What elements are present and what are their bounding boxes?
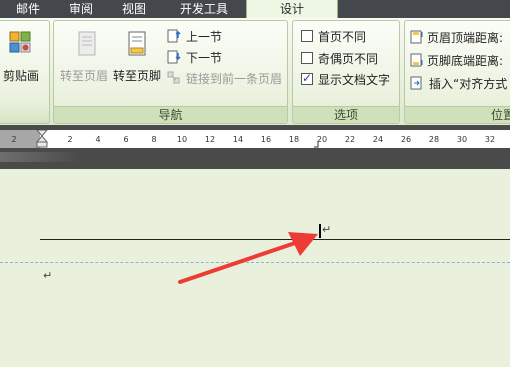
- tab-developer[interactable]: 开发工具: [162, 0, 246, 18]
- link-previous-icon: [167, 71, 180, 84]
- ruler-area: 2 2 4 6 8 10 12 14 16 18 20 22 24 26 28 …: [0, 125, 510, 169]
- ruler-tick: 12: [204, 135, 216, 144]
- insert-align-tab-icon: [410, 76, 422, 90]
- navigation-caption: 导航: [54, 106, 287, 123]
- navigation-group: 转至页眉 转至页脚 上一节 下一节 链接到前一条页眉 导航: [53, 20, 288, 124]
- footer-distance-icon: [410, 53, 423, 67]
- ruler-tick: 10: [176, 135, 188, 144]
- goto-header-icon: [78, 31, 96, 56]
- header-distance-label[interactable]: 页眉顶端距离:: [427, 29, 503, 46]
- show-document-text-checkbox[interactable]: [301, 71, 313, 85]
- ruler-tick: 4: [95, 135, 101, 144]
- ruler-tick: 6: [123, 135, 129, 144]
- horizontal-ruler[interactable]: 2 2 4 6 8 10 12 14 16 18 20 22 24 26 28 …: [0, 130, 510, 148]
- body-paragraph-mark[interactable]: ↵: [43, 269, 52, 282]
- different-odd-even-label: 奇偶页不同: [318, 52, 379, 66]
- ruler-tick: 26: [400, 135, 412, 144]
- position-caption: 位置: [405, 106, 510, 123]
- ruler-tick: 24: [372, 135, 384, 144]
- insert-align-tab-button[interactable]: 插入“对齐方式: [429, 75, 507, 92]
- goto-footer-button[interactable]: 转至页脚: [113, 67, 161, 84]
- tab-stop-icon[interactable]: [313, 140, 323, 148]
- tab-design[interactable]: 设计: [246, 0, 338, 18]
- ruler-tick: 32: [484, 135, 496, 144]
- indent-marker-icon[interactable]: [36, 130, 48, 148]
- position-group: 页眉顶端距离: 页脚底端距离: 插入“对齐方式 位置: [404, 20, 510, 124]
- insert-group: 剪贴画: [0, 20, 50, 124]
- options-group: 首页不同 奇偶页不同 显示文档文字 选项: [292, 20, 400, 124]
- ruler-tick: 2: [67, 135, 73, 144]
- tab-mailings[interactable]: 邮件: [0, 0, 56, 18]
- prev-section-button[interactable]: 上一节: [186, 28, 222, 45]
- footer-distance-label[interactable]: 页脚底端距离:: [427, 52, 503, 69]
- ribbon: 剪贴画 转至页眉 转至页脚 上一节 下一节 链接到前一条页眉 导航 首页不同 奇…: [0, 18, 510, 125]
- link-previous-button[interactable]: 链接到前一条页眉: [186, 70, 282, 87]
- ruler-tick: 16: [260, 135, 272, 144]
- next-section-button[interactable]: 下一节: [186, 49, 222, 66]
- goto-header-button[interactable]: 转至页眉: [60, 67, 108, 84]
- clipart-button[interactable]: 剪贴画: [3, 67, 39, 84]
- ruler-tick: 22: [344, 135, 356, 144]
- ruler-tick: 28: [428, 135, 440, 144]
- different-odd-even-checkbox[interactable]: [301, 52, 313, 64]
- options-caption: 选项: [293, 106, 399, 123]
- ruler-tick: 2: [11, 135, 17, 144]
- show-document-text-label: 显示文档文字: [318, 73, 391, 87]
- tab-review[interactable]: 审阅: [56, 0, 106, 18]
- ruler-tick: 30: [456, 135, 468, 144]
- goto-footer-icon: [128, 31, 146, 56]
- tab-view[interactable]: 视图: [106, 0, 162, 18]
- different-first-page-label: 首页不同: [318, 30, 367, 44]
- clipart-icon: [9, 31, 31, 53]
- different-first-page-checkbox[interactable]: [301, 30, 313, 42]
- ribbon-tab-bar: 邮件 审阅 视图 开发工具 设计: [0, 0, 510, 18]
- ruler-tick: 8: [151, 135, 157, 144]
- prev-section-icon: [167, 29, 181, 43]
- annotation-arrow: [178, 232, 318, 284]
- ruler-tick: 14: [232, 135, 244, 144]
- next-section-icon: [167, 50, 181, 64]
- ruler-tick: 18: [288, 135, 300, 144]
- ruler-shadow: [0, 152, 80, 162]
- header-distance-icon: [410, 30, 423, 44]
